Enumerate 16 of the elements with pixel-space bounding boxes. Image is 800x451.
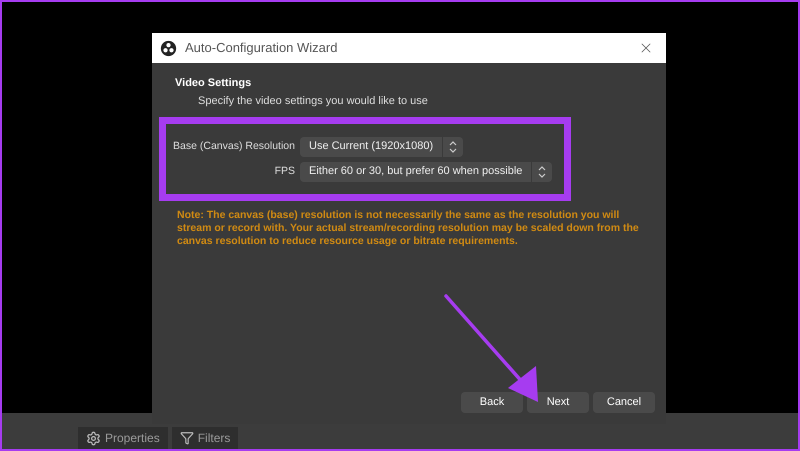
panel-tab[interactable]: Properties — [78, 427, 168, 449]
dialog-button[interactable]: Cancel — [593, 392, 655, 413]
note-text: Note: The canvas (base) resolution is not necessarily the same as the resolution you will stream or record with. Your actual stream/recording resolution may be scaled down from the canvas resolution to reduce resource usage or bitrate requirements. — [177, 209, 640, 248]
dialog-button[interactable]: Back — [461, 392, 523, 413]
section-subtitle: Specify the video settings you would like to use — [197, 94, 429, 108]
dialog-button[interactable]: Next — [527, 392, 589, 413]
window-title: Auto-Configuration Wizard — [185, 39, 338, 58]
logo-icon — [160, 40, 177, 56]
gear-icon — [86, 430, 101, 446]
panel-tab[interactable]: Filters — [172, 427, 238, 449]
section-title: Video Settings — [175, 76, 252, 91]
spinner-arrows-icon[interactable] — [538, 164, 546, 178]
spinner-arrows-icon[interactable] — [449, 140, 458, 154]
filter-icon — [180, 431, 194, 445]
field-label: Base (Canvas) Resolution — [172, 138, 296, 154]
field-label: FPS — [274, 164, 296, 179]
